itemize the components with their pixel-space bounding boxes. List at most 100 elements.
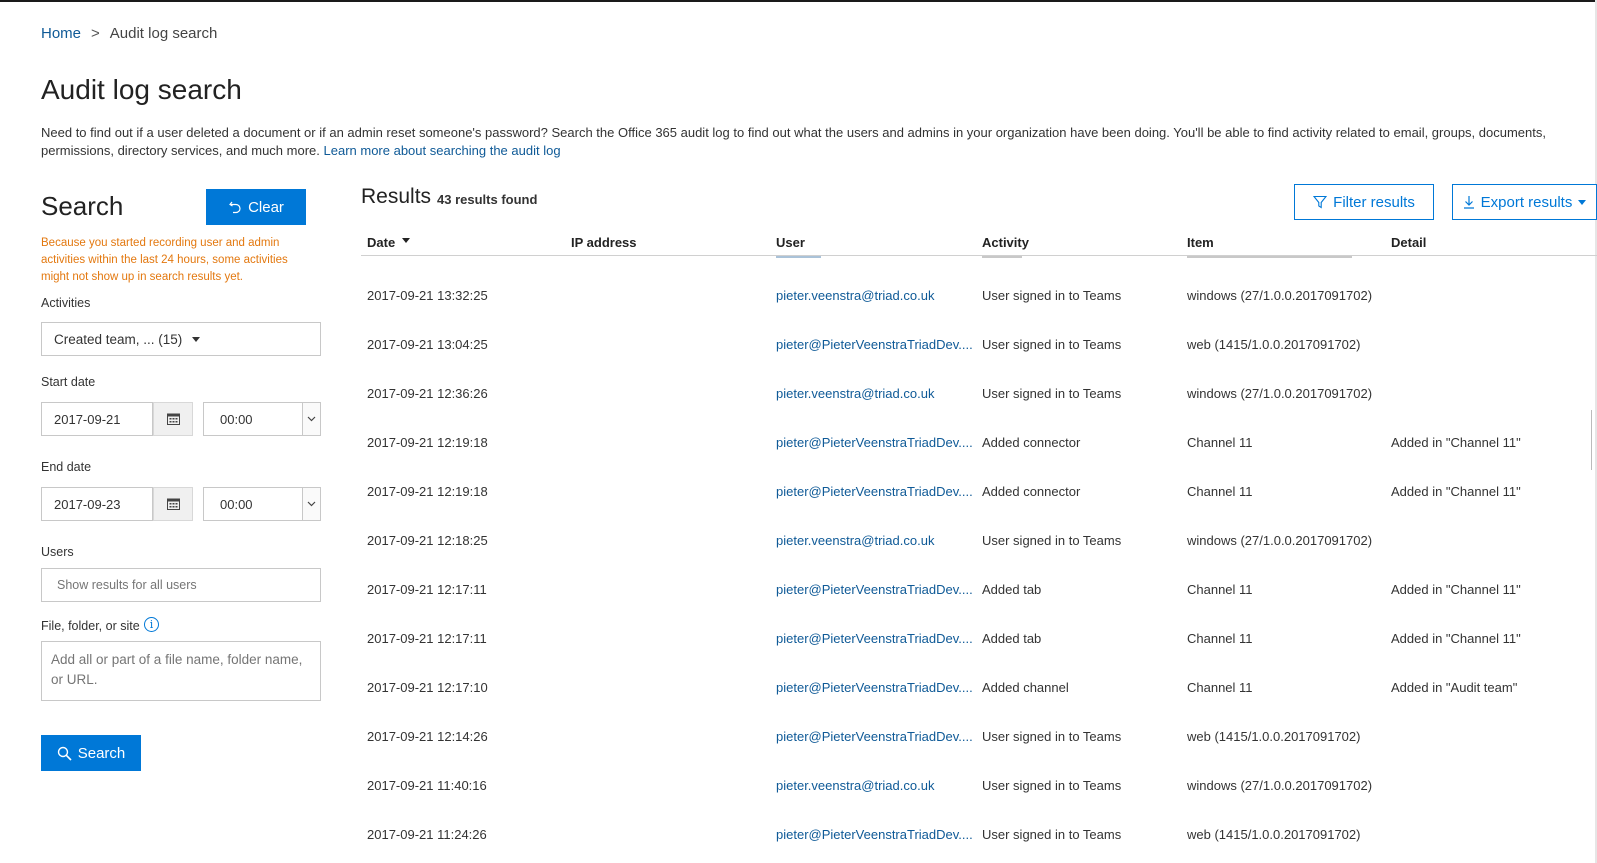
cell-user-link[interactable]: pieter.veenstra@triad.co.uk bbox=[776, 386, 934, 401]
cell-date: 2017-09-21 12:19:18 bbox=[367, 435, 488, 450]
recording-warning: Because you started recording user and a… bbox=[41, 237, 288, 283]
scrollbar-thumb[interactable] bbox=[1591, 410, 1592, 470]
column-header-activity[interactable]: Activity bbox=[982, 235, 1029, 250]
cell-user-link[interactable]: pieter@PieterVeenstraTriadDev.... bbox=[776, 435, 973, 450]
clipped-activity-text bbox=[982, 256, 1022, 258]
activities-label: Activities bbox=[41, 296, 91, 310]
end-time-select[interactable]: 00:00 bbox=[203, 487, 321, 521]
cell-date: 2017-09-21 12:17:10 bbox=[367, 680, 488, 695]
breadcrumb-home-link[interactable]: Home bbox=[41, 25, 81, 42]
column-header-ip-address[interactable]: IP address bbox=[571, 235, 637, 250]
activities-value: Created team, ... (15) bbox=[54, 331, 183, 347]
undo-icon bbox=[229, 201, 241, 214]
cell-user-link[interactable]: pieter.veenstra@triad.co.uk bbox=[776, 778, 934, 793]
chevron-down-icon bbox=[302, 403, 320, 435]
cell-date: 2017-09-21 12:14:26 bbox=[367, 729, 488, 744]
table-row[interactable]: 2017-09-21 12:36:26 pieter.veenstra@triad… bbox=[361, 386, 1597, 406]
column-header-date[interactable]: Date bbox=[367, 235, 411, 250]
calendar-icon bbox=[166, 413, 180, 425]
window-top-border bbox=[0, 0, 1597, 2]
column-header-item[interactable]: Item bbox=[1187, 235, 1214, 250]
clear-button[interactable]: Clear bbox=[206, 189, 306, 225]
users-input[interactable] bbox=[41, 568, 321, 602]
intro-description: Need to find out if a user deleted a doc… bbox=[41, 125, 1546, 158]
cell-user-link[interactable]: pieter.veenstra@triad.co.uk bbox=[776, 288, 934, 303]
cell-item: Channel 11 bbox=[1187, 582, 1253, 597]
column-header-detail[interactable]: Detail bbox=[1391, 235, 1426, 250]
end-date-label: End date bbox=[41, 460, 92, 474]
cell-item: Channel 11 bbox=[1187, 631, 1253, 646]
results-table-header: Date IP address User Activity Item Detai… bbox=[361, 232, 1597, 256]
cell-detail: Added in "Channel 11" bbox=[1391, 582, 1521, 597]
column-header-date-label: Date bbox=[367, 235, 396, 250]
cell-date: 2017-09-21 12:17:11 bbox=[367, 631, 487, 646]
intro-text: Need to find out if a user deleted a doc… bbox=[41, 124, 1595, 160]
file-folder-site-label: File, folder, or site bbox=[41, 619, 140, 633]
end-date-input[interactable]: 2017-09-23 bbox=[41, 487, 153, 521]
cell-detail: Added in "Channel 11" bbox=[1391, 435, 1521, 450]
table-row[interactable]: 2017-09-21 12:17:11 pieter@PieterVeenstra… bbox=[361, 582, 1597, 602]
cell-date: 2017-09-21 12:36:26 bbox=[367, 386, 488, 401]
cell-date: 2017-09-21 13:32:25 bbox=[367, 288, 488, 303]
cell-item: windows (27/1.0.0.2017091702) bbox=[1187, 778, 1373, 793]
table-row[interactable]: 2017-09-21 12:19:18 pieter@PieterVeenstra… bbox=[361, 484, 1597, 504]
end-date-calendar-button[interactable] bbox=[153, 487, 193, 521]
cell-user-link[interactable]: pieter@PieterVeenstraTriadDev.... bbox=[776, 631, 973, 646]
cell-activity: User signed in to Teams bbox=[982, 778, 1122, 793]
cell-activity: Added connector bbox=[982, 435, 1081, 450]
filter-icon bbox=[1313, 195, 1328, 209]
download-icon bbox=[1463, 196, 1474, 209]
table-row[interactable]: 2017-09-21 12:18:25 pieter.veenstra@triad… bbox=[361, 533, 1597, 553]
table-row[interactable]: 2017-09-21 12:17:11 pieter@PieterVeenstra… bbox=[361, 631, 1597, 651]
table-row[interactable]: 2017-09-21 12:19:18 pieter@PieterVeenstra… bbox=[361, 435, 1597, 455]
results-count: 43 results found bbox=[437, 192, 538, 207]
cell-user-link[interactable]: pieter@PieterVeenstraTriadDev.... bbox=[776, 827, 973, 842]
table-row[interactable]: 2017-09-21 11:24:26 pieter@PieterVeenstra… bbox=[361, 827, 1597, 847]
chevron-down-icon bbox=[1578, 199, 1587, 205]
column-header-user[interactable]: User bbox=[776, 235, 805, 250]
search-button[interactable]: Search bbox=[41, 735, 141, 771]
table-row[interactable]: 2017-09-21 12:14:26 pieter@PieterVeenstra… bbox=[361, 729, 1597, 749]
table-row[interactable]: 2017-09-21 11:40:16 pieter.veenstra@triad… bbox=[361, 778, 1597, 798]
cell-date: 2017-09-21 12:18:25 bbox=[367, 533, 488, 548]
cell-activity: Added connector bbox=[982, 484, 1081, 499]
clear-button-label: Clear bbox=[248, 198, 284, 216]
cell-activity: User signed in to Teams bbox=[982, 533, 1122, 548]
cell-item: windows (27/1.0.0.2017091702) bbox=[1187, 288, 1373, 303]
cell-activity: Added tab bbox=[982, 631, 1042, 646]
cell-user-link[interactable]: pieter@PieterVeenstraTriadDev.... bbox=[776, 582, 973, 597]
table-row[interactable]: 2017-09-21 12:17:10 pieter@PieterVeenstra… bbox=[361, 680, 1597, 700]
breadcrumb-current: Audit log search bbox=[109, 25, 218, 42]
cell-user-link[interactable]: pieter@PieterVeenstraTriadDev.... bbox=[776, 484, 973, 499]
users-label: Users bbox=[41, 545, 74, 559]
chevron-down-icon bbox=[192, 336, 201, 342]
filter-results-button[interactable]: Filter results bbox=[1294, 184, 1434, 220]
file-folder-site-input[interactable] bbox=[41, 641, 321, 701]
cell-activity: Added channel bbox=[982, 680, 1069, 695]
cell-item: web (1415/1.0.0.2017091702) bbox=[1187, 729, 1361, 744]
cell-date: 2017-09-21 13:04:25 bbox=[367, 337, 488, 352]
breadcrumb-separator: > bbox=[91, 25, 100, 42]
search-icon bbox=[57, 746, 72, 761]
cell-user-link[interactable]: pieter@PieterVeenstraTriadDev.... bbox=[776, 680, 973, 695]
cell-activity: User signed in to Teams bbox=[982, 386, 1122, 401]
cell-user-link[interactable]: pieter.veenstra@triad.co.uk bbox=[776, 533, 934, 548]
cell-activity: User signed in to Teams bbox=[982, 288, 1122, 303]
start-date-label: Start date bbox=[41, 375, 96, 389]
export-results-button[interactable]: Export results bbox=[1452, 184, 1597, 220]
calendar-icon bbox=[166, 498, 180, 510]
start-time-select[interactable]: 00:00 bbox=[203, 402, 321, 436]
results-table-body[interactable]: 2017-09-21 13:32:25 pieter.veenstra@triad… bbox=[361, 256, 1597, 863]
start-date-calendar-button[interactable] bbox=[153, 402, 193, 436]
table-row[interactable]: 2017-09-21 13:04:25 pieter@PieterVeenstra… bbox=[361, 337, 1597, 357]
learn-more-link[interactable]: Learn more about searching the audit log bbox=[324, 143, 561, 158]
cell-item: web (1415/1.0.0.2017091702) bbox=[1187, 337, 1361, 352]
table-row[interactable]: 2017-09-21 13:32:25 pieter.veenstra@triad… bbox=[361, 288, 1597, 308]
cell-date: 2017-09-21 12:19:18 bbox=[367, 484, 488, 499]
cell-user-link[interactable]: pieter@PieterVeenstraTriadDev.... bbox=[776, 337, 973, 352]
info-icon[interactable]: i bbox=[144, 617, 159, 632]
cell-item: windows (27/1.0.0.2017091702) bbox=[1187, 533, 1373, 548]
start-date-input[interactable]: 2017-09-21 bbox=[41, 402, 153, 436]
activities-dropdown[interactable]: Created team, ... (15) bbox=[41, 322, 321, 356]
cell-user-link[interactable]: pieter@PieterVeenstraTriadDev.... bbox=[776, 729, 973, 744]
